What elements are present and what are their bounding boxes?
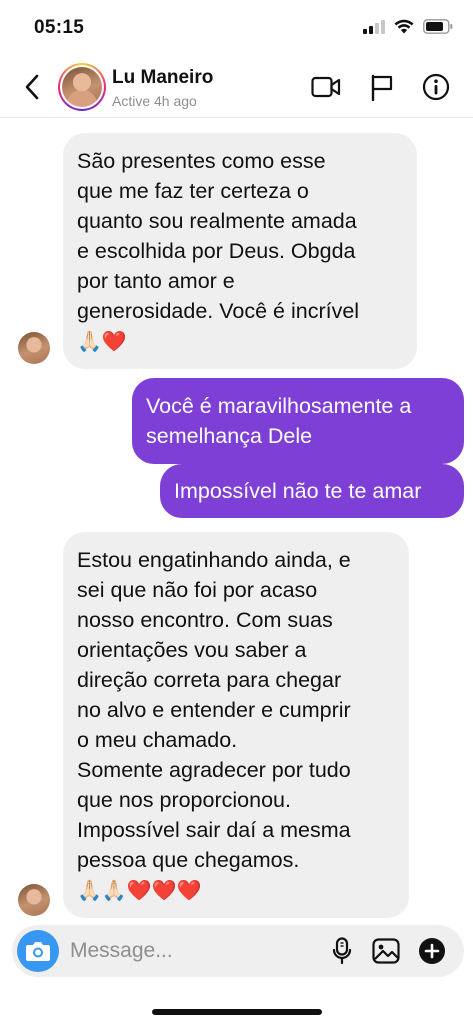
message-text-line: no alvo e entender e cumprir [77,698,351,722]
video-camera-icon [311,76,341,98]
battery-icon [423,19,453,34]
message-text-line: semelhança Dele [146,424,313,448]
message-input[interactable] [70,935,320,967]
sender-avatar[interactable] [18,332,50,364]
cellular-signal-icon [363,19,385,34]
contact-active-status: Active 4h ago [112,93,197,109]
message-text-line: orientações vou saber a [77,638,307,662]
message-text-line: Você é maravilhosamente a [146,394,412,418]
chat-header: Lu Maneiro Active 4h ago [0,56,473,118]
praying-hands-emoji: 🙏🏻 [101,878,127,902]
chevron-left-icon [25,74,39,100]
gallery-button[interactable] [370,935,402,967]
message-text-line: São presentes como esse [77,149,326,173]
camera-icon [26,942,50,961]
video-call-button[interactable] [310,71,342,103]
message-text-line: que nos proporcionou. [77,788,291,812]
incoming-message-bubble[interactable]: Estou engatinhando ainda, e sei que não … [63,532,409,918]
message-text-line: nosso encontro. Com suas [77,608,333,632]
home-indicator[interactable] [152,1009,322,1015]
info-button[interactable] [420,71,452,103]
avatar-photo [62,67,102,107]
message-text-line: sei que não foi por acaso [77,578,318,602]
status-time: 05:15 [34,17,85,38]
message-text-line: Estou engatinhando ainda, e [77,548,351,572]
contact-name[interactable]: Lu Maneiro [112,67,213,89]
camera-button[interactable] [17,930,59,972]
contact-avatar[interactable] [58,63,106,111]
message-text-line: que me faz ter certeza o [77,179,309,203]
message-text-line: Somente agradecer por tudo [77,758,351,782]
status-bar: 05:15 [0,0,473,56]
incoming-message-bubble[interactable]: São presentes como esse que me faz ter c… [63,133,417,369]
voice-message-button[interactable] [326,935,358,967]
outgoing-message-bubble[interactable]: Você é maravilhosamente a semelhança Del… [132,378,464,464]
flag-icon [371,74,393,101]
outgoing-message-bubble[interactable]: Impossível não te te amar [160,464,464,518]
plus-circle-icon [419,938,445,964]
message-text-line: generosidade. Você é incrível [77,299,360,323]
red-heart-emoji: ❤️ [176,878,202,902]
message-text-line: por tanto amor e [77,269,235,293]
praying-hands-emoji: 🙏🏻 [77,329,102,353]
wifi-icon [394,19,414,34]
info-icon [422,73,450,101]
message-emoji-row: 🙏🏻❤️ [77,326,403,356]
message-composer [12,925,464,977]
message-text-line: e escolhida por Deus. Obgda [77,239,356,263]
red-heart-emoji: ❤️ [126,878,152,902]
praying-hands-emoji: 🙏🏻 [77,878,102,902]
more-options-button[interactable] [416,935,448,967]
message-text-line: Impossível sair daí a mesma [77,818,351,842]
image-icon [372,938,400,964]
message-text-line: o meu chamado. [77,728,238,752]
message-emoji-row: 🙏🏻🙏🏻❤️❤️❤️ [77,875,395,905]
status-icons [363,19,453,34]
report-flag-button[interactable] [366,71,398,103]
sender-avatar[interactable] [18,884,50,916]
microphone-icon [332,937,352,965]
red-heart-emoji: ❤️ [101,329,127,353]
message-text-line: Impossível não te te amar [174,479,422,503]
message-text-line: direção correta para chegar [77,668,342,692]
message-text-line: quanto sou realmente amada [77,209,357,233]
back-button[interactable] [18,70,46,104]
red-heart-emoji: ❤️ [151,878,177,902]
message-text-line: pessoa que chegamos. [77,848,300,872]
